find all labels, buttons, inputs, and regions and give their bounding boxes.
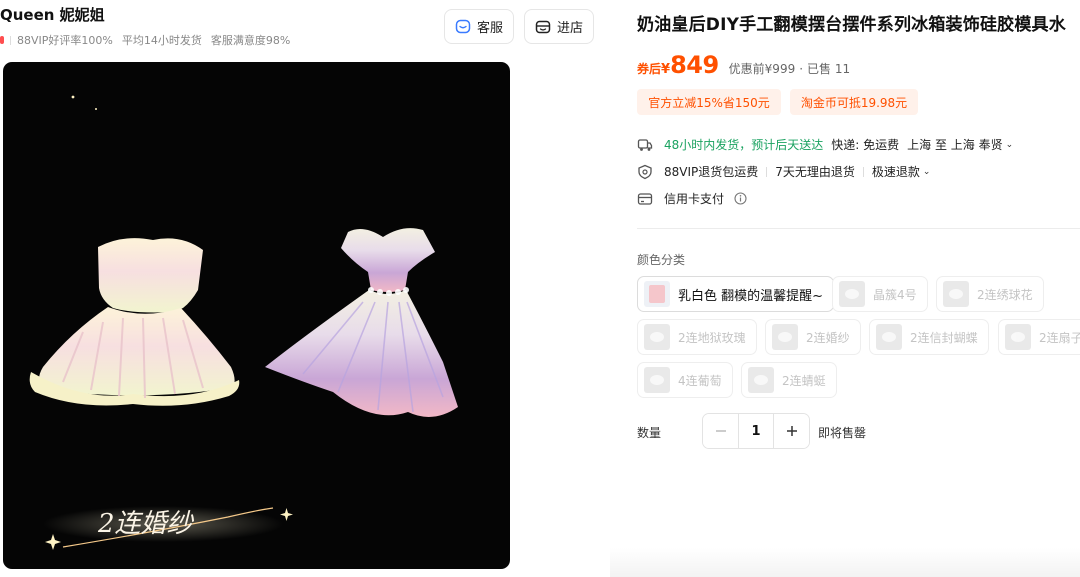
sku-option-label: 2连扇子: [1039, 330, 1080, 345]
customer-service-button[interactable]: 客服: [444, 9, 514, 44]
express-fee: 快递: 免运费: [831, 138, 900, 152]
decrease-button[interactable]: [703, 414, 738, 448]
quantity-input[interactable]: 1: [738, 414, 774, 448]
sku-option-label: 2连地狱玫瑰: [678, 330, 746, 345]
sku-option-label: 2连婚纱: [806, 330, 850, 345]
coupon-official-discount[interactable]: 官方立减15%省150元: [637, 89, 781, 115]
sku-thumbnail: [772, 324, 798, 350]
payment-row: 信用卡支付: [637, 190, 748, 207]
sku-option[interactable]: 乳白色 翻模的温馨提醒~: [637, 276, 835, 312]
chevron-down-icon[interactable]: ⌄: [1006, 140, 1014, 150]
coupon-taojinbi[interactable]: 淘金币可抵19.98元: [790, 89, 918, 115]
info-icon[interactable]: [732, 191, 748, 207]
right-dress-shape: [265, 228, 458, 417]
sku-option[interactable]: 2连婚纱: [765, 319, 861, 355]
sku-option[interactable]: 2连地狱玫瑰: [637, 319, 757, 355]
price-currency: ¥: [661, 62, 671, 77]
stock-status: 即将售罄: [818, 426, 867, 440]
sku-option[interactable]: 2连扇子: [998, 319, 1080, 355]
left-dress-shape: [29, 238, 240, 406]
shop-meta: 88VIP好评率100% 平均14小时发货 客服满意度98%: [0, 32, 299, 48]
sold-count: 已售 11: [807, 62, 851, 76]
sku-thumbnail: [644, 367, 670, 393]
sku-thumbnail: [876, 324, 902, 350]
sku-thumbnail: [839, 281, 865, 307]
shop-badge-icon: [0, 36, 4, 44]
price-separator: ·: [799, 62, 804, 76]
price-value: 849: [670, 51, 719, 79]
bottom-bar-edge: [610, 548, 1080, 577]
plus-icon: [786, 426, 797, 436]
vip-return-shipping: 88VIP退货包运费: [664, 165, 759, 179]
minus-icon: [715, 430, 726, 432]
price-row: 券后 ¥ 849 优惠前¥999 · 已售 11: [637, 51, 850, 79]
shipping-row: 48小时内发货，预计后天送达 快递: 免运费 上海 至 上海 奉贤 ⌄: [637, 136, 1013, 153]
customer-service-label: 客服: [476, 21, 503, 36]
sku-option-label: 4连葡萄: [678, 373, 722, 388]
chat-icon: [455, 19, 471, 35]
increase-button[interactable]: [774, 414, 809, 448]
fast-refund[interactable]: 极速退款: [872, 163, 920, 180]
product-page: Queen 妮妮姐 88VIP好评率100% 平均14小时发货 客服满意度98%…: [0, 0, 1080, 577]
shipping-route[interactable]: 上海 至 上海 奉贤: [907, 136, 1002, 153]
sku-option-label: 乳白色 翻模的温馨提醒~: [678, 288, 824, 304]
sku-option[interactable]: 2连蜻蜓: [741, 362, 837, 398]
product-main-image[interactable]: 2连婚纱: [3, 62, 510, 569]
credit-card-pay: 信用卡支付: [664, 192, 725, 206]
divider: [10, 35, 11, 45]
sku-section-label: 颜色分类: [637, 253, 686, 267]
product-photo-art: 2连婚纱: [29, 95, 458, 550]
sku-option[interactable]: 4连葡萄: [637, 362, 733, 398]
divider: [862, 166, 864, 177]
sku-thumbnail: [943, 281, 969, 307]
sku-thumbnail: [644, 324, 670, 350]
divider: [766, 166, 768, 177]
shop-service-score: 客服满意度98%: [210, 34, 291, 47]
quantity-label: 数量: [637, 426, 662, 440]
sku-option-label: 2连绣球花: [977, 287, 1033, 302]
section-divider: [637, 228, 1080, 229]
shop-name[interactable]: Queen 妮妮姐: [0, 4, 105, 25]
sku-option-label: 晶簇4号: [873, 287, 917, 302]
original-price: 优惠前¥999: [728, 62, 796, 76]
sku-option[interactable]: 晶簇4号: [832, 276, 928, 312]
store-icon: [535, 19, 551, 35]
credit-card-icon: [637, 191, 653, 207]
shop-ship-time: 平均14小时发货: [121, 34, 202, 47]
sku-thumbnail: [644, 281, 670, 307]
sku-option[interactable]: 2连绣球花: [936, 276, 1044, 312]
enter-store-label: 进店: [556, 21, 583, 36]
return-policy-row: 88VIP退货包运费 7天无理由退货 极速退款 ⌄: [637, 163, 930, 180]
quantity-stepper: 1: [702, 413, 810, 449]
chevron-down-icon[interactable]: ⌄: [923, 167, 931, 177]
price-prefix: 券后: [637, 62, 662, 76]
shop-rating: 88VIP好评率100%: [17, 34, 113, 47]
sku-thumbnail: [748, 367, 774, 393]
sku-option-label: 2连信封蝴蝶: [910, 330, 978, 345]
delivery-promise: 48小时内发货，预计后天送达: [664, 138, 824, 152]
sku-thumbnail: [1005, 324, 1031, 350]
enter-store-button[interactable]: 进店: [524, 9, 594, 44]
shield-icon: [637, 164, 653, 180]
truck-icon: [637, 137, 653, 153]
image-caption: 2连婚纱: [97, 509, 195, 539]
seven-day-return: 7天无理由退货: [775, 165, 855, 179]
product-title: 奶油皇后DIY手工翻模摆台摆件系列冰箱装饰硅胶模具水: [637, 15, 1066, 35]
sku-option[interactable]: 2连信封蝴蝶: [869, 319, 989, 355]
sku-option-label: 2连蜻蜓: [782, 373, 826, 388]
